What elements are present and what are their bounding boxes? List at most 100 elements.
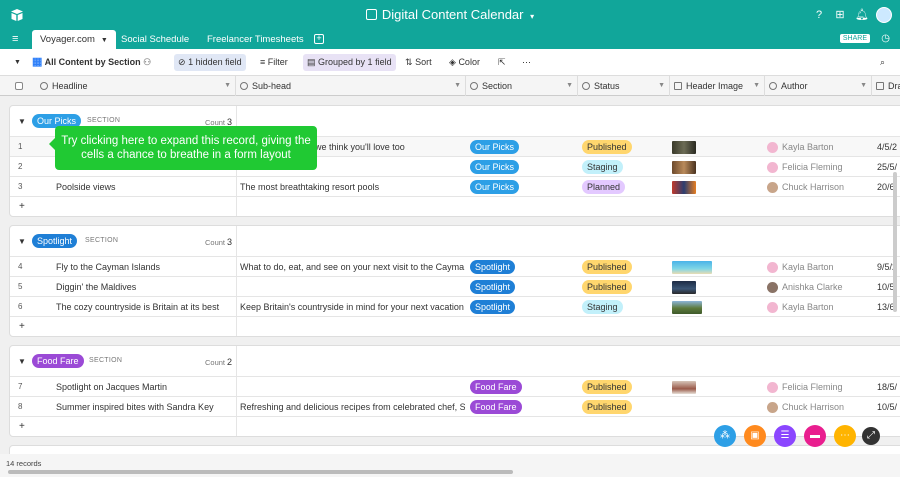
chevron-down-icon[interactable]: ▼ (860, 76, 867, 96)
table-row[interactable]: 8 Summer inspired bites with Sandra Key … (10, 396, 900, 416)
history-icon[interactable]: ◷ (881, 33, 890, 44)
table-row[interactable]: 6 The cozy countryside is Britain at its… (10, 296, 900, 316)
add-icon[interactable]: + (19, 201, 25, 212)
add-record-row[interactable]: + (10, 416, 900, 436)
add-record-row[interactable]: + (10, 316, 900, 336)
author-cell[interactable]: Felicia Fleming (767, 377, 872, 397)
more-icon[interactable]: ⋯ (518, 54, 535, 71)
tab-voyager[interactable]: Voyager.com ▼ (32, 30, 116, 49)
thumbnail-image[interactable] (672, 301, 702, 315)
filter-button[interactable]: ≡ Filter (256, 54, 292, 71)
thumbnail-image[interactable] (672, 281, 696, 295)
add-icon[interactable]: + (19, 321, 25, 332)
gallery-icon[interactable]: ▣ (744, 425, 766, 447)
user-avatar[interactable] (876, 7, 892, 23)
section-cell[interactable]: Food Fare (470, 377, 576, 397)
headline-cell[interactable]: Poolside views (56, 177, 234, 197)
draft-due-cell[interactable]: 18/5/ (877, 377, 900, 397)
table-row[interactable]: 7 Spotlight on Jacques Martin Food Fare … (10, 376, 900, 396)
header-image-cell[interactable] (672, 137, 764, 157)
chevron-down-icon[interactable]: ▼ (753, 76, 760, 96)
column-header-author[interactable]: Author ▼ (765, 76, 872, 96)
header-image-cell[interactable] (672, 277, 764, 297)
chevron-down-icon[interactable]: ▼ (658, 76, 665, 96)
status-cell[interactable]: Staging (582, 157, 672, 177)
tab-freelancer-timesheets[interactable]: Freelancer Timesheets (199, 30, 312, 49)
header-image-cell[interactable] (672, 297, 764, 317)
column-header-draft-due[interactable]: Dra (872, 76, 900, 96)
status-cell[interactable]: Published (582, 257, 672, 277)
view-switcher[interactable]: ▦ All Content by Section ⚇ (28, 54, 155, 71)
author-cell[interactable]: Kayla Barton (767, 137, 872, 157)
chat-icon[interactable]: ▬ (804, 425, 826, 447)
collapse-triangle-icon[interactable]: ▼ (18, 117, 26, 126)
column-header-subhead[interactable]: Sub-head ▼ (236, 76, 466, 96)
headline-cell[interactable]: Diggin' the Maldives (56, 277, 234, 297)
status-cell[interactable]: Published (582, 277, 672, 297)
status-cell[interactable]: Published (582, 377, 672, 397)
subhead-cell[interactable]: The most breathtaking resort pools (240, 177, 465, 197)
list-icon[interactable]: ☰ (774, 425, 796, 447)
help-icon[interactable]: ? (813, 9, 825, 21)
draft-due-cell[interactable]: 4/5/2 (877, 137, 900, 157)
header-image-cell[interactable] (672, 257, 764, 277)
hidden-fields-button[interactable]: ⊘ 1 hidden field (174, 54, 246, 71)
headline-cell[interactable]: Fly to the Cayman Islands (56, 257, 234, 277)
draft-due-cell[interactable]: 10/5/ (877, 397, 900, 417)
subhead-cell[interactable] (240, 277, 465, 297)
status-cell[interactable]: Planned (582, 177, 672, 197)
vertical-scrollbar[interactable] (893, 172, 897, 312)
chevron-down-icon[interactable]: ▼ (454, 76, 461, 96)
author-cell[interactable]: Chuck Harrison (767, 177, 872, 197)
subhead-cell[interactable]: Keep Britain's countryside in mind for y… (240, 297, 465, 317)
subhead-cell[interactable] (240, 377, 465, 397)
collapse-triangle-icon[interactable]: ▼ (18, 237, 26, 246)
section-cell[interactable]: Our Picks (470, 177, 576, 197)
search-icon[interactable]: ⌕ (876, 54, 889, 71)
apps-icon[interactable]: ⊞ (834, 9, 846, 21)
menu-icon[interactable]: ≡ (12, 33, 18, 45)
horizontal-scrollbar[interactable] (8, 470, 513, 474)
expand-icon[interactable]: ⤢ (862, 427, 880, 445)
header-image-cell[interactable] (672, 157, 764, 177)
column-header-headline[interactable]: Headline ▼ (36, 76, 236, 96)
group-header[interactable]: ▼ Spotlight SECTION Count 3 (10, 226, 900, 256)
tab-social-schedule[interactable]: Social Schedule (113, 30, 197, 49)
group-button[interactable]: ▤ Grouped by 1 field (303, 54, 396, 71)
section-cell[interactable]: Spotlight (470, 277, 576, 297)
views-toggle-icon[interactable]: ▼ (10, 54, 25, 71)
table-row[interactable]: 4 Fly to the Cayman Islands What to do, … (10, 256, 900, 276)
table-row[interactable]: 3 Poolside views The most breathtaking r… (10, 176, 900, 196)
thumbnail-image[interactable] (672, 261, 712, 275)
select-all-checkbox[interactable] (15, 82, 23, 90)
add-table-icon[interactable]: + (314, 34, 324, 44)
status-cell[interactable]: Published (582, 137, 672, 157)
section-cell[interactable]: Our Picks (470, 157, 576, 177)
header-image-cell[interactable] (672, 377, 764, 397)
collapse-triangle-icon[interactable]: ▼ (18, 357, 26, 366)
author-cell[interactable]: Anishka Clarke (767, 277, 872, 297)
status-cell[interactable]: Staging (582, 297, 672, 317)
share-button[interactable]: SHARE (839, 34, 870, 43)
bell-icon[interactable]: 🔔︎ (855, 9, 869, 21)
section-cell[interactable]: Food Fare (470, 397, 576, 417)
author-cell[interactable]: Chuck Harrison (767, 397, 872, 417)
column-header-header-image[interactable]: Header Image ▼ (670, 76, 765, 96)
header-image-cell[interactable] (672, 397, 764, 417)
add-record-row[interactable]: + (10, 196, 900, 216)
sort-button[interactable]: ⇅ Sort (401, 54, 436, 71)
author-cell[interactable]: Kayla Barton (767, 257, 872, 277)
headline-cell[interactable]: Summer inspired bites with Sandra Key (56, 397, 234, 417)
column-header-section[interactable]: Section ▼ (466, 76, 578, 96)
section-cell[interactable]: Spotlight (470, 257, 576, 277)
blocks-icon[interactable]: ⁂ (714, 425, 736, 447)
author-cell[interactable]: Felicia Fleming (767, 157, 872, 177)
thumbnail-image[interactable] (672, 381, 696, 395)
status-cell[interactable]: Published (582, 397, 672, 417)
header-image-cell[interactable] (672, 177, 764, 197)
group-header[interactable]: ▼ Food Fare SECTION Count 2 (10, 346, 900, 376)
column-header-status[interactable]: Status ▼ (578, 76, 670, 96)
section-cell[interactable]: Spotlight (470, 297, 576, 317)
add-icon[interactable]: + (19, 421, 25, 432)
thumbnail-image[interactable] (672, 161, 696, 175)
